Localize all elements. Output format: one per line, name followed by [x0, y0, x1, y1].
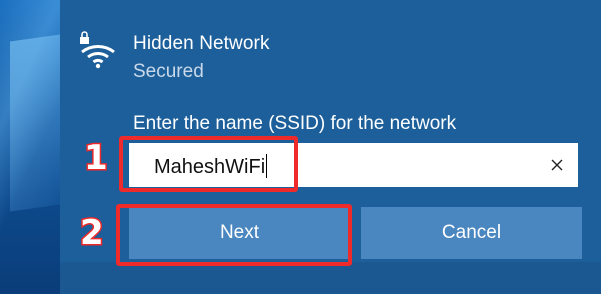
network-status: Secured	[133, 61, 204, 82]
ssid-label: Enter the name (SSID) for the network	[133, 113, 457, 134]
wifi-lock-icon	[80, 31, 115, 69]
desktop-background	[0, 0, 60, 294]
step-number-2: 2	[79, 212, 106, 255]
network-name: Hidden Network	[133, 33, 270, 54]
flyout-footer-strip	[60, 262, 601, 294]
step-number-1: 1	[83, 137, 110, 180]
highlight-box-step-2	[116, 204, 352, 266]
clear-icon[interactable]	[547, 155, 567, 175]
highlight-box-step-1	[119, 136, 298, 192]
cancel-button[interactable]: Cancel	[361, 207, 582, 259]
